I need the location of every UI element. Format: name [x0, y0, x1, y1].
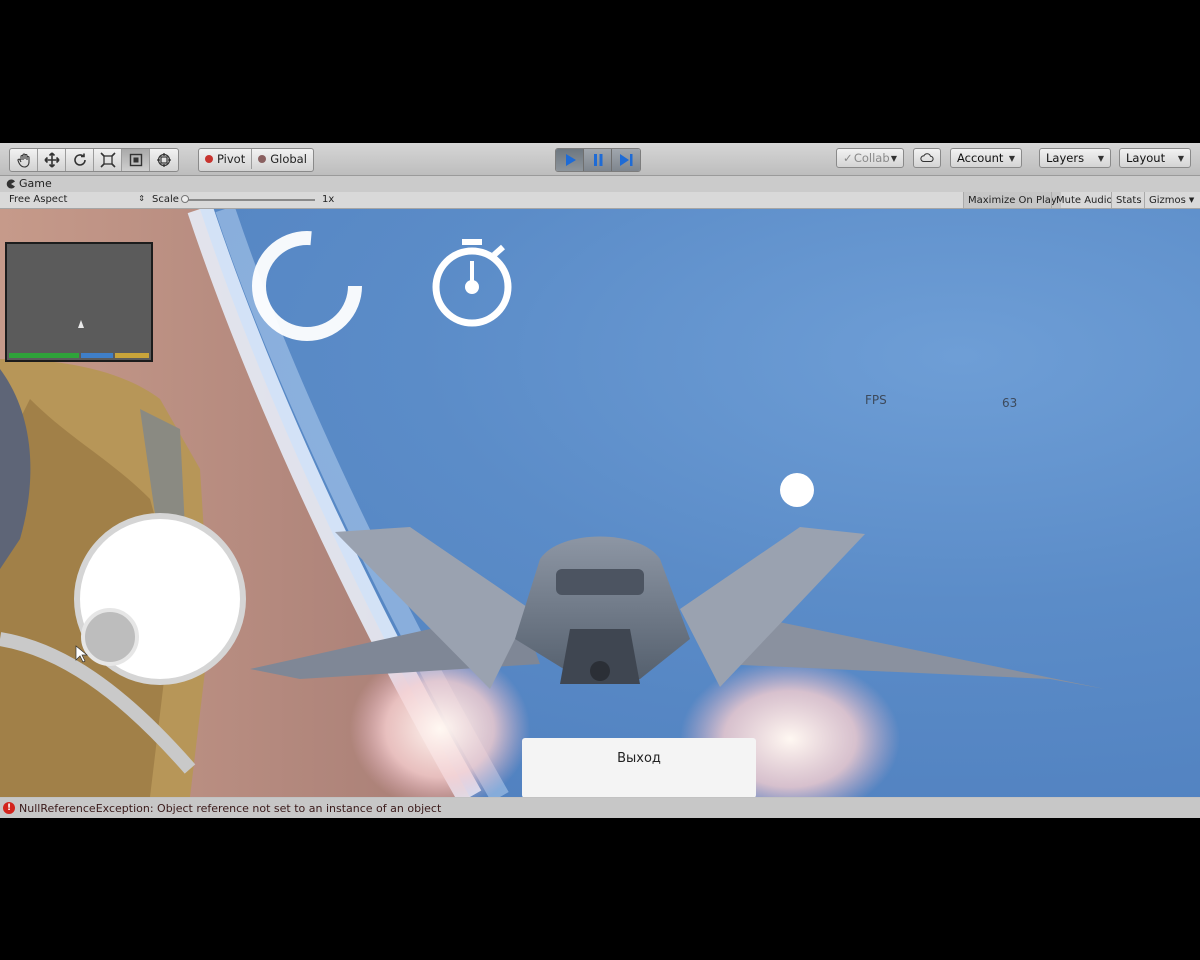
minimap	[5, 242, 153, 362]
maximize-on-play-toggle[interactable]: Maximize On Play	[963, 192, 1061, 208]
tab-game-label: Game	[19, 177, 52, 190]
cloud-button[interactable]	[913, 148, 941, 168]
play-button[interactable]	[556, 149, 584, 171]
layers-label: Layers	[1046, 151, 1085, 165]
hand-tool-button[interactable]	[10, 149, 38, 171]
rotate-tool-button[interactable]	[66, 149, 94, 171]
chevron-down-icon: ▼	[1008, 153, 1015, 163]
mute-label: Mute Audio	[1056, 194, 1113, 206]
cloud-icon	[920, 153, 934, 163]
playmode-controls	[555, 148, 641, 172]
pivot-button[interactable]: Pivot	[199, 149, 253, 169]
fps-label: FPS	[865, 393, 887, 407]
transform-tool-button[interactable]	[150, 149, 178, 171]
scale-slider-track[interactable]	[185, 199, 315, 201]
check-icon: ✓	[843, 151, 853, 165]
error-message: NullReferenceException: Object reference…	[19, 801, 442, 815]
updown-icon: ⇕	[138, 194, 145, 203]
editor-toolbar: Pivot Global ✓ Collab ▼ Account ▼ Layers…	[0, 143, 1200, 176]
rotate-icon	[73, 153, 86, 166]
rect-tool-button[interactable]	[122, 149, 150, 171]
scale-label: Scale	[152, 194, 179, 205]
chevron-down-icon: ▼	[890, 153, 897, 163]
aspect-dropdown[interactable]: Free Aspect ⇕	[9, 194, 145, 205]
account-dropdown[interactable]: Account ▼	[950, 148, 1022, 168]
mute-audio-toggle[interactable]: Mute Audio	[1051, 192, 1117, 208]
chevron-down-icon: ▼	[1188, 196, 1195, 204]
account-label: Account	[957, 151, 1004, 165]
gizmos-dropdown[interactable]: Gizmos ▼	[1144, 192, 1198, 208]
pivot-icon	[205, 155, 213, 163]
unity-editor: Pivot Global ✓ Collab ▼ Account ▼ Layers…	[0, 143, 1200, 818]
scale-slider-thumb[interactable]	[181, 195, 189, 203]
chevron-down-icon: ▼	[1097, 153, 1104, 163]
game-tab-bar: Game	[0, 176, 1200, 192]
layout-dropdown[interactable]: Layout ▼	[1119, 148, 1191, 168]
move-icon	[43, 152, 60, 168]
tab-game[interactable]: Game	[6, 177, 52, 190]
step-button[interactable]	[612, 149, 640, 171]
sun	[780, 473, 814, 507]
stats-toggle[interactable]: Stats	[1111, 192, 1146, 208]
rect-tool-icon	[129, 153, 142, 167]
maximize-label: Maximize On Play	[968, 194, 1057, 206]
player-marker-icon	[78, 320, 84, 328]
pause-button[interactable]	[584, 149, 612, 171]
exit-button[interactable]: Выход	[522, 738, 756, 797]
pacman-icon	[6, 179, 15, 188]
console-status-bar[interactable]: ! NullReferenceException: Object referen…	[0, 798, 1200, 818]
fps-value: 63	[1002, 396, 1018, 410]
stats-label: Stats	[1116, 194, 1142, 206]
collab-label: Collab	[853, 151, 890, 165]
stopwatch-icon	[432, 239, 512, 327]
game-view-controlbar: Free Aspect ⇕ Scale 1x Maximize On Play …	[0, 192, 1200, 209]
pause-icon	[593, 154, 602, 166]
virtual-joystick	[74, 513, 246, 685]
chevron-down-icon: ▼	[1177, 153, 1184, 163]
transform-tools	[9, 148, 179, 172]
play-icon	[565, 154, 576, 166]
game-scene	[0, 209, 1105, 797]
collab-button[interactable]: ✓ Collab ▼	[836, 148, 904, 168]
scale-value: 1x	[322, 194, 335, 205]
health-bar	[9, 353, 79, 358]
gizmos-label: Gizmos	[1149, 194, 1186, 206]
move-tool-button[interactable]	[38, 149, 66, 171]
global-button[interactable]: Global	[252, 149, 313, 169]
error-icon: !	[3, 802, 15, 814]
shield-bar	[81, 353, 113, 358]
layers-dropdown[interactable]: Layers ▼	[1039, 148, 1111, 168]
step-icon	[620, 154, 633, 166]
scale-icon	[99, 152, 116, 168]
aspect-label: Free Aspect	[9, 194, 68, 205]
scale-tool-button[interactable]	[94, 149, 122, 171]
pivot-global-group: Pivot Global	[198, 148, 314, 172]
restart-icon	[252, 231, 362, 341]
global-icon	[258, 155, 267, 163]
hand-icon	[16, 153, 30, 168]
exit-label: Выход	[617, 751, 661, 766]
status-bars	[9, 353, 149, 358]
global-label: Global	[270, 152, 307, 166]
pivot-label: Pivot	[217, 152, 246, 166]
fuel-bar	[115, 353, 149, 358]
transform-icon	[157, 153, 171, 167]
game-viewport[interactable]: FPS 63 Выход	[0, 209, 1200, 797]
layout-label: Layout	[1126, 151, 1166, 165]
